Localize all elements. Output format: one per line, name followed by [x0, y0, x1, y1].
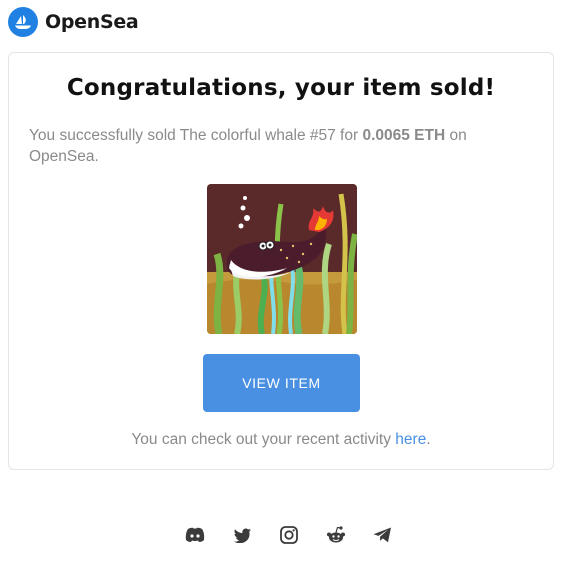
brand-name[interactable]: OpenSea	[45, 11, 139, 33]
activity-message: You can check out your recent activity h…	[9, 431, 553, 449]
reddit-icon[interactable]	[325, 524, 347, 546]
nft-image[interactable]	[207, 184, 357, 334]
discord-icon[interactable]	[184, 524, 206, 546]
activity-period: .	[426, 431, 431, 448]
sale-message: You successfully sold The colorful whale…	[29, 125, 513, 167]
activity-here-link[interactable]: here	[395, 431, 426, 448]
page-title: Congratulations, your item sold!	[66, 75, 496, 101]
header: OpenSea	[8, 6, 139, 38]
social-links	[0, 524, 565, 546]
activity-text: You can check out your recent activity	[131, 431, 396, 448]
sale-message-prefix: You successfully sold The colorful whale…	[29, 127, 363, 144]
twitter-icon[interactable]	[231, 524, 253, 546]
sale-card: Congratulations, your item sold! You suc…	[8, 52, 554, 470]
opensea-logo-icon[interactable]	[8, 7, 38, 37]
view-item-button[interactable]: VIEW ITEM	[203, 354, 360, 412]
sale-price: 0.0065 ETH	[362, 127, 446, 144]
instagram-icon[interactable]	[278, 524, 300, 546]
telegram-icon[interactable]	[372, 524, 394, 546]
